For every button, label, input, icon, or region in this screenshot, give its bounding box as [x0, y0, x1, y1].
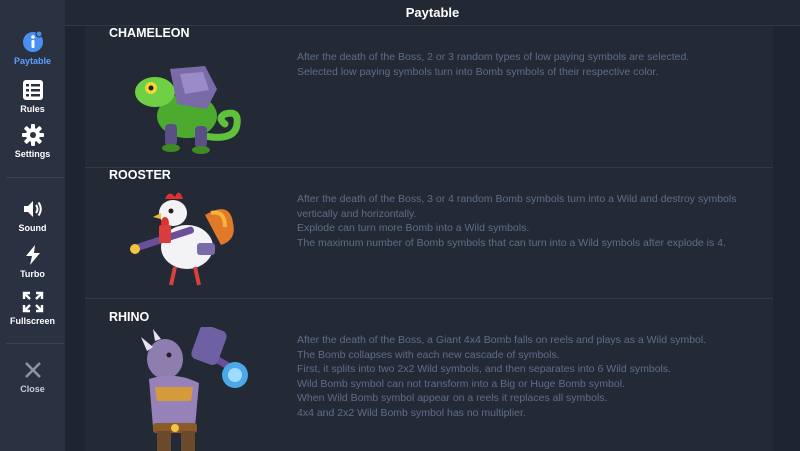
section-description: After the death of the Boss, 3 or 4 rand… — [297, 193, 737, 249]
feature-section-rhino: RHINO After the death of the Boss, a Gia… — [85, 299, 773, 451]
nav-sound[interactable]: Sound — [0, 197, 65, 241]
lightning-icon — [20, 243, 46, 267]
nav-rules[interactable]: Rules — [0, 78, 65, 122]
rooster-character — [125, 185, 255, 305]
paytable-panel[interactable]: CHAMELEON After the death of the Boss, 2… — [85, 26, 773, 451]
info-icon — [20, 30, 46, 54]
sidebar-divider — [6, 177, 64, 178]
nav-close-label: Close — [20, 384, 45, 394]
nav-paytable-label: Paytable — [13, 56, 52, 66]
section-title: ROOSTER — [109, 168, 171, 182]
feature-section-chameleon: CHAMELEON After the death of the Boss, 2… — [85, 26, 773, 168]
nav-fullscreen-label: Fullscreen — [9, 316, 56, 326]
nav-turbo[interactable]: Turbo — [0, 243, 65, 287]
chameleon-character — [125, 44, 255, 164]
section-description: After the death of the Boss, a Giant 4x4… — [297, 334, 707, 419]
header-bar: Paytable — [65, 0, 800, 26]
nav-settings-label: Settings — [14, 149, 51, 159]
nav-close[interactable]: Close — [0, 358, 65, 402]
gear-icon — [20, 123, 46, 147]
speaker-icon — [20, 197, 46, 221]
list-icon — [20, 78, 46, 102]
page-title: Paytable — [405, 5, 460, 20]
nav-sound-label: Sound — [18, 223, 47, 233]
section-description: After the death of the Boss, 2 or 3 rand… — [297, 51, 690, 78]
nav-rules-label: Rules — [20, 104, 45, 114]
nav-fullscreen[interactable]: Fullscreen — [0, 290, 65, 334]
nav-paytable[interactable]: Paytable — [0, 30, 65, 74]
sidebar-divider — [6, 343, 64, 344]
nav-turbo-label: Turbo — [20, 269, 45, 279]
expand-icon — [20, 290, 46, 314]
feature-section-rooster: ROOSTER After the death of the Boss, 3 o… — [85, 157, 773, 299]
rhino-character — [125, 324, 255, 451]
section-title: RHINO — [109, 310, 150, 324]
section-title: CHAMELEON — [109, 26, 190, 40]
close-icon — [20, 358, 46, 382]
sidebar: Paytable Rules Settings Sound Turbo Full… — [0, 0, 65, 451]
nav-settings[interactable]: Settings — [0, 123, 65, 167]
